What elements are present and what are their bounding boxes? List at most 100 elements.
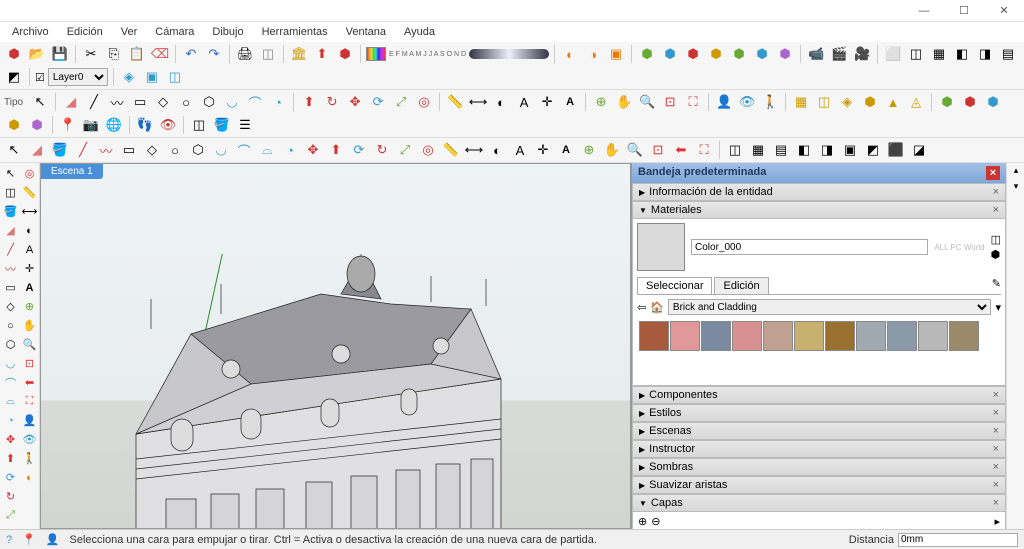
default-material-icon[interactable]: ⬢ xyxy=(991,248,1001,261)
menu-herramientas[interactable]: Herramientas xyxy=(254,24,336,40)
camera2-icon[interactable]: 🎬 xyxy=(829,44,849,64)
shadow-palette[interactable] xyxy=(366,47,386,61)
zoom-icon[interactable]: 🔍 xyxy=(637,92,657,112)
t3-text-icon[interactable]: A xyxy=(510,140,530,160)
t3-orbit-icon[interactable]: ⊕ xyxy=(579,140,599,160)
lt-arc1-icon[interactable]: ◡ xyxy=(2,355,19,372)
t3-offset-icon[interactable]: ◎ xyxy=(418,140,438,160)
solid3-icon[interactable]: ⬢ xyxy=(983,92,1003,112)
push-icon[interactable]: ⬆ xyxy=(299,92,319,112)
panel-soften[interactable]: ▶Suavizar aristas× xyxy=(632,476,1006,494)
offset-icon[interactable]: ◎ xyxy=(414,92,434,112)
rect-icon[interactable]: ▭ xyxy=(130,92,150,112)
add-layer-icon[interactable]: ⊕ xyxy=(638,515,647,528)
pie-icon[interactable]: ◔ xyxy=(268,92,288,112)
cube5-icon[interactable]: ⬢ xyxy=(729,44,749,64)
sand2-icon[interactable]: ◫ xyxy=(814,92,834,112)
t3-pie-icon[interactable]: ◔ xyxy=(280,140,300,160)
lt-fol-icon[interactable]: ↻ xyxy=(2,488,19,505)
t3-s6-icon[interactable]: ▣ xyxy=(840,140,860,160)
t3-tape-icon[interactable]: 📏 xyxy=(441,140,461,160)
tray-title[interactable]: Bandeja predeterminada × xyxy=(632,163,1006,183)
material-swatch[interactable] xyxy=(639,321,669,351)
scale-icon[interactable]: ⤢ xyxy=(391,92,411,112)
t3-s3-icon[interactable]: ▤ xyxy=(771,140,791,160)
lt-prev-icon[interactable]: ⬅ xyxy=(21,374,38,391)
front-icon[interactable]: ◫ xyxy=(165,67,185,87)
material-swatch[interactable] xyxy=(732,321,762,351)
geo-icon[interactable]: 🌐 xyxy=(104,115,124,135)
lt-rect-icon[interactable]: ▭ xyxy=(2,279,19,296)
status-geo-icon[interactable]: 📍 xyxy=(22,533,36,546)
comp-icon[interactable]: ◫ xyxy=(189,115,209,135)
t3-s7-icon[interactable]: ◩ xyxy=(863,140,883,160)
home-icon[interactable]: 🏠 xyxy=(650,301,664,314)
solid5-icon[interactable]: ⬢ xyxy=(27,115,47,135)
t3-line-icon[interactable]: ╱ xyxy=(73,140,93,160)
t3-s1-icon[interactable]: ◫ xyxy=(725,140,745,160)
cube2-icon[interactable]: ⬢ xyxy=(660,44,680,64)
copy-icon[interactable]: ⎘ xyxy=(104,44,124,64)
menu-camara[interactable]: Cámara xyxy=(147,24,202,40)
t3-3dtext-icon[interactable]: A xyxy=(556,140,576,160)
lt-orbit-icon[interactable]: ⊕ xyxy=(21,298,38,315)
solid2-icon[interactable]: ⬢ xyxy=(960,92,980,112)
paint-icon[interactable]: 🪣 xyxy=(212,115,232,135)
material-swatch[interactable] xyxy=(887,321,917,351)
sand6-icon[interactable]: ◬ xyxy=(906,92,926,112)
t3-rect-icon[interactable]: ▭ xyxy=(119,140,139,160)
lt-look-icon[interactable]: 👁 xyxy=(21,431,38,448)
protractor-icon[interactable]: ◐ xyxy=(491,92,511,112)
lib-menu-icon[interactable]: ▾ xyxy=(995,301,1001,314)
zoomext-icon[interactable]: ⛶ xyxy=(683,92,703,112)
text-icon[interactable]: A xyxy=(514,92,534,112)
lt-axes-icon[interactable]: ✛ xyxy=(21,260,38,277)
tape-icon[interactable]: 📏 xyxy=(445,92,465,112)
lt-erase-icon[interactable]: ◢ xyxy=(2,222,19,239)
scroll-up-icon[interactable]: ▴ xyxy=(1009,165,1023,179)
create-material-icon[interactable]: ◫ xyxy=(991,233,1001,246)
cut-icon[interactable]: ✂ xyxy=(81,44,101,64)
t3-move-icon[interactable]: ✥ xyxy=(303,140,323,160)
lt-prot-icon[interactable]: ◐ xyxy=(21,222,38,239)
new-icon[interactable]: ⬢ xyxy=(4,44,24,64)
iso-icon[interactable]: ◈ xyxy=(119,67,139,87)
3dtext-icon[interactable]: A xyxy=(560,92,580,112)
t3-zext-icon[interactable]: ⛶ xyxy=(694,140,714,160)
layers-menu-icon[interactable]: ▸ xyxy=(994,515,1000,528)
section-display-icon[interactable]: ◑ xyxy=(583,44,603,64)
lt-arc2-icon[interactable]: ⌒ xyxy=(2,374,19,391)
current-material-swatch[interactable] xyxy=(637,223,685,271)
eyedrop-icon[interactable]: ✎ xyxy=(992,277,1001,294)
scene-tab[interactable]: Escena 1 xyxy=(41,164,103,179)
panel-close-icon[interactable]: × xyxy=(993,186,999,198)
style1-icon[interactable]: ⬜ xyxy=(883,44,903,64)
scroll-down-icon[interactable]: ▾ xyxy=(1009,181,1023,195)
menu-archivo[interactable]: Archivo xyxy=(4,24,57,40)
orbit-icon[interactable]: ⊕ xyxy=(591,92,611,112)
sand4-icon[interactable]: ⬢ xyxy=(860,92,880,112)
t3-dim-icon[interactable]: ⟷ xyxy=(464,140,484,160)
lt-push-icon[interactable]: ⬆ xyxy=(2,450,19,467)
t3-rot-icon[interactable]: ⟳ xyxy=(349,140,369,160)
style6-icon[interactable]: ▤ xyxy=(998,44,1018,64)
lt-circ-icon[interactable]: ○ xyxy=(2,317,19,334)
section-cut-icon[interactable]: ▣ xyxy=(606,44,626,64)
lt-pos-icon[interactable]: 👤 xyxy=(21,412,38,429)
viewport[interactable]: Escena 1 xyxy=(40,163,631,529)
t3-arc2-icon[interactable]: ⌒ xyxy=(234,140,254,160)
panel-scenes[interactable]: ▶Escenas× xyxy=(632,422,1006,440)
freehand-icon[interactable]: 〰 xyxy=(107,92,127,112)
undo-icon[interactable]: ↶ xyxy=(181,44,201,64)
panel-instructor[interactable]: ▶Instructor× xyxy=(632,440,1006,458)
lt-pan-icon[interactable]: ✋ xyxy=(21,317,38,334)
max-button[interactable]: ☐ xyxy=(944,0,984,22)
line-icon[interactable]: ╱ xyxy=(84,92,104,112)
style2-icon[interactable]: ◫ xyxy=(906,44,926,64)
solid1-icon[interactable]: ⬢ xyxy=(937,92,957,112)
eraser-icon[interactable]: ◢ xyxy=(61,92,81,112)
material-swatch[interactable] xyxy=(949,321,979,351)
section-icon[interactable]: ◐ xyxy=(560,44,580,64)
panel-info[interactable]: ▶Información de la entidad× xyxy=(632,183,1006,201)
lt-sect-icon[interactable]: ◐ xyxy=(21,469,38,486)
